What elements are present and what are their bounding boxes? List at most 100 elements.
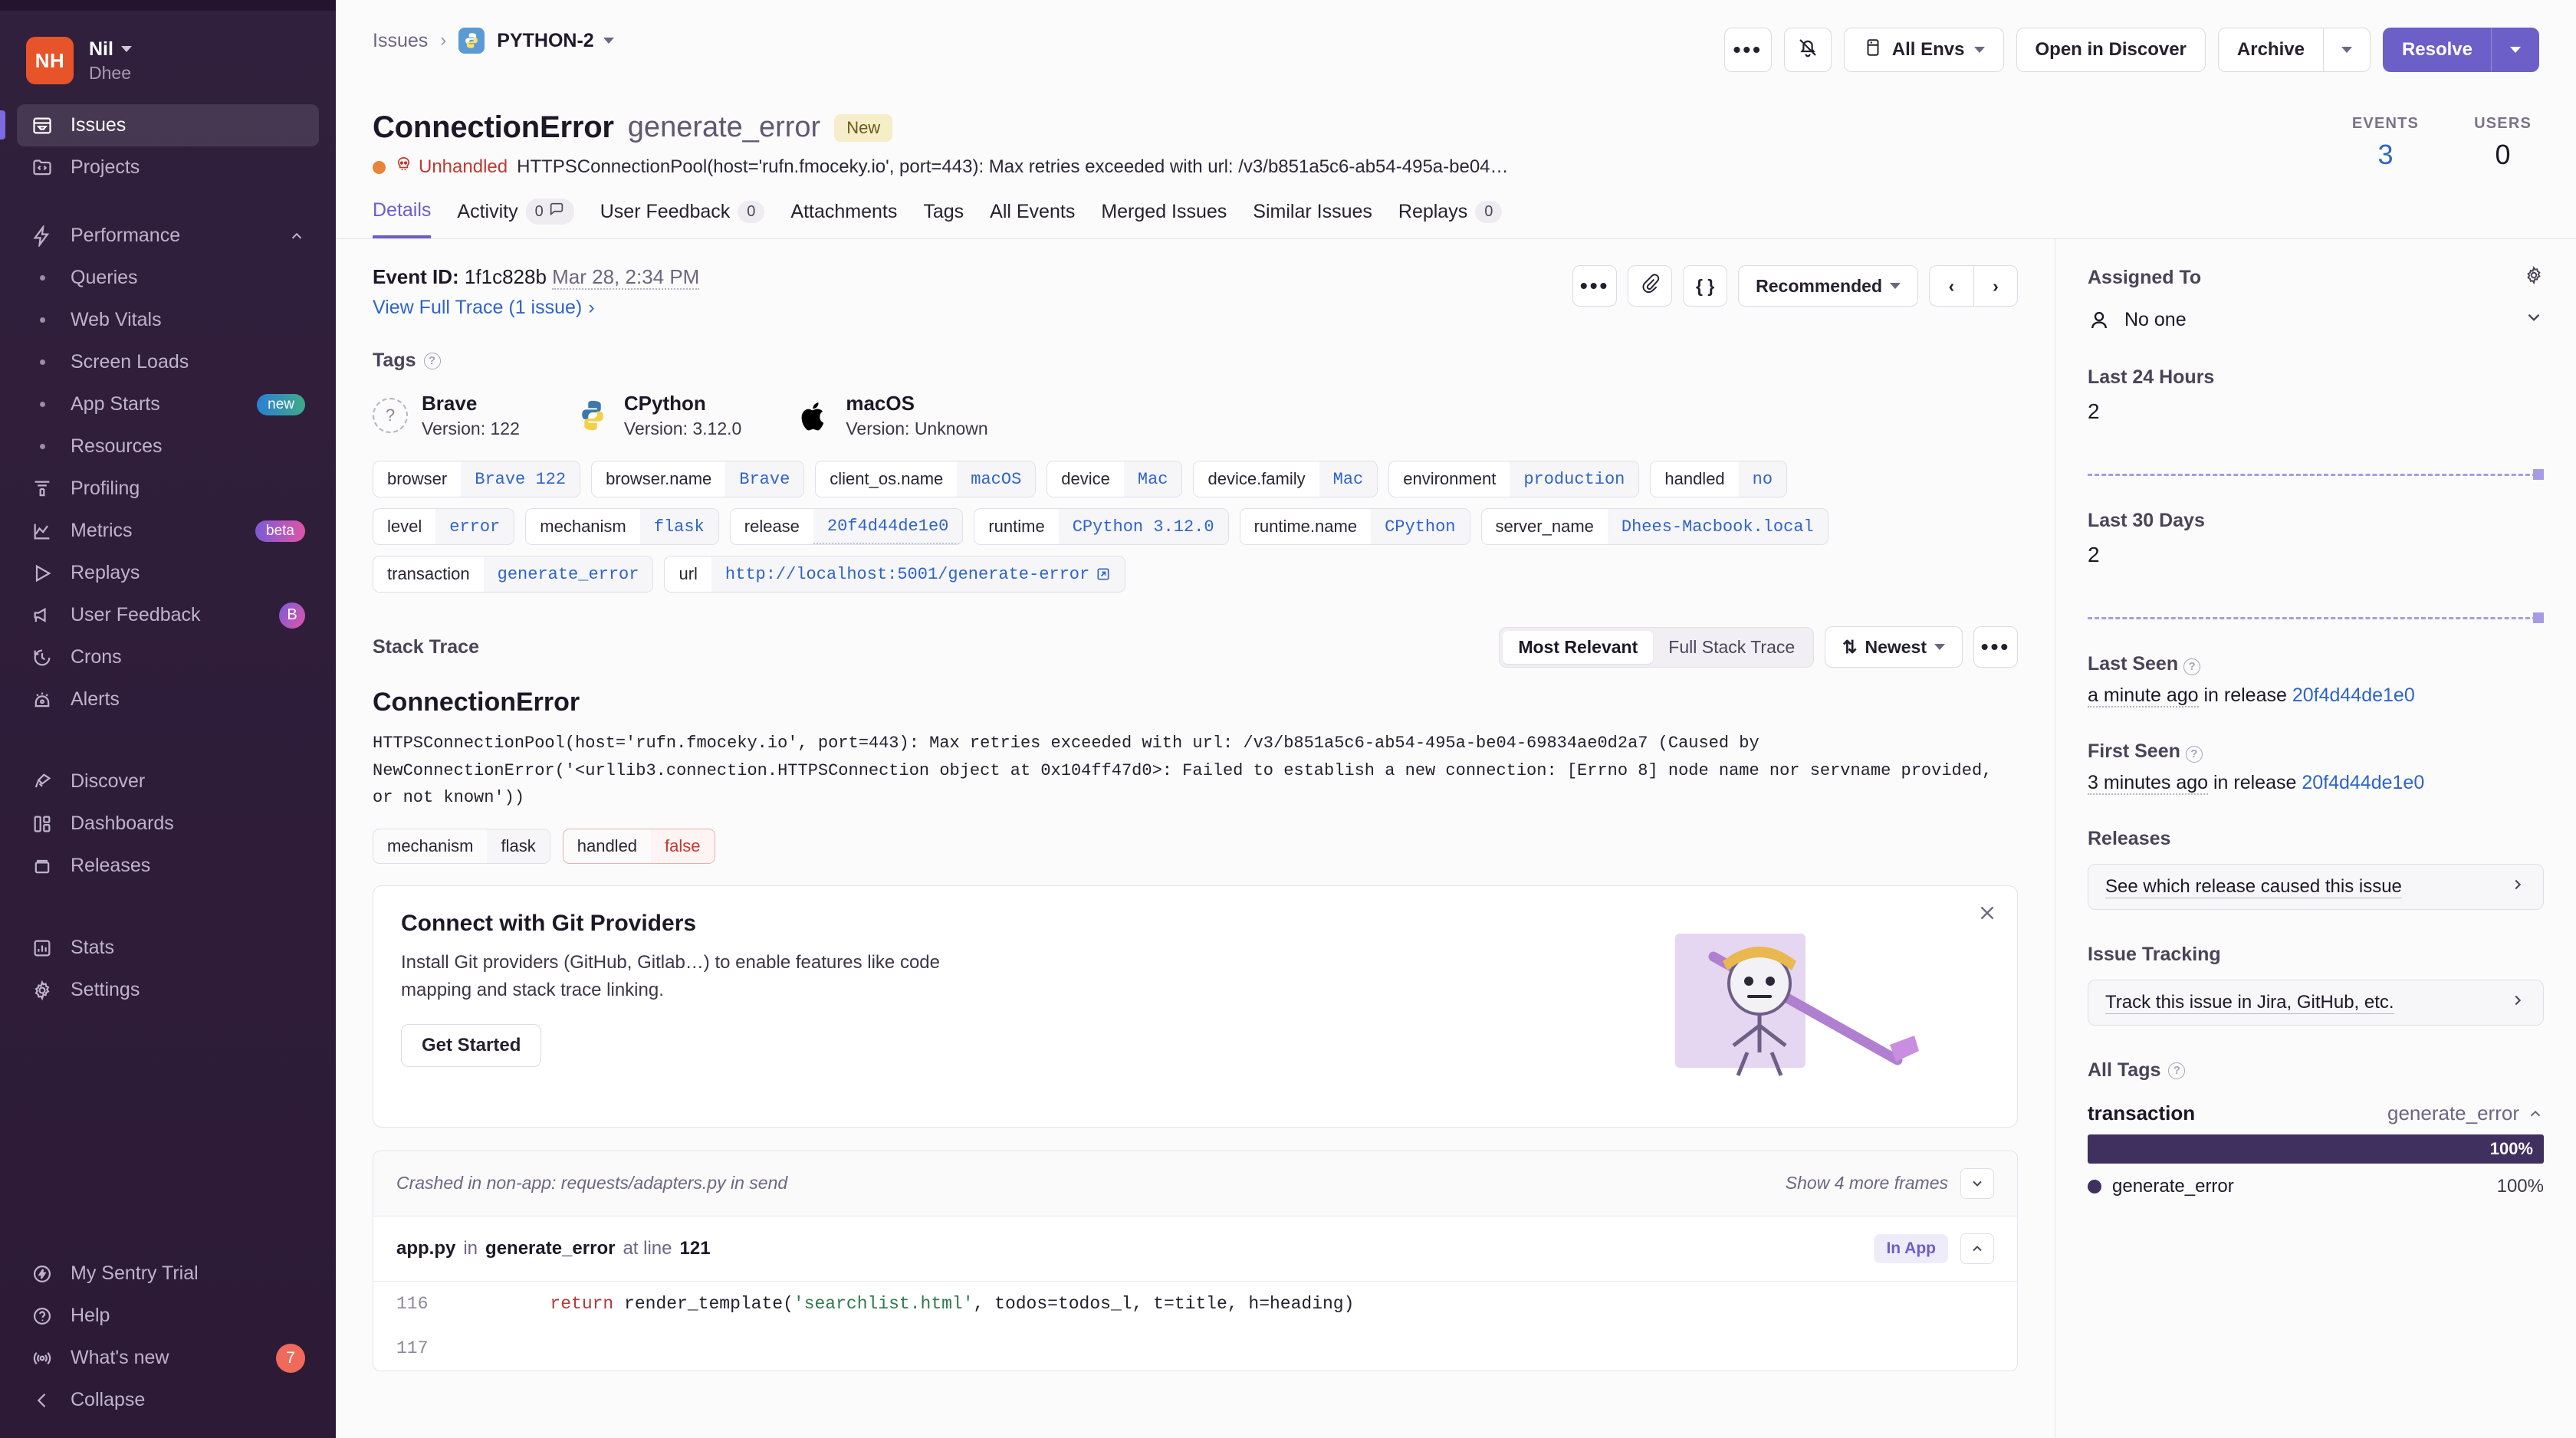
resolve-button[interactable]: Resolve <box>2382 28 2492 72</box>
see-release-button[interactable]: See which release caused this issue <box>2088 864 2544 910</box>
sidebar-item-whats-new[interactable]: What's new 7 <box>17 1337 319 1379</box>
first-seen-header: First Seen ? <box>2088 740 2544 763</box>
archive-dropdown-button[interactable] <box>2322 28 2371 72</box>
stack-frame-row[interactable]: app.py in generate_error at line 121 In … <box>373 1216 2017 1282</box>
tab-attachments[interactable]: Attachments <box>790 201 897 237</box>
tag-pill-browser-name[interactable]: browser.name Brave <box>591 461 805 497</box>
expand-frames-button[interactable] <box>1960 1167 1994 1199</box>
tag-pill-level[interactable]: level error <box>373 508 515 545</box>
assignee-selector[interactable]: No one <box>2088 307 2544 333</box>
close-icon[interactable] <box>1977 903 1997 927</box>
sidebar-item-settings[interactable]: Settings <box>17 969 319 1011</box>
event-timestamp[interactable]: Mar 28, 2:34 PM <box>552 265 700 290</box>
sidebar-item-app-starts[interactable]: App Starts new <box>17 383 319 425</box>
sidebar-item-sentry-trial[interactable]: My Sentry Trial <box>17 1253 319 1295</box>
environment-selector[interactable]: All Envs <box>1843 28 2004 72</box>
event-sort-selector[interactable]: Recommended <box>1738 265 1918 307</box>
tag-pill-browser[interactable]: browser Brave 122 <box>373 461 581 497</box>
all-tags-item[interactable]: generate_error 100% <box>2088 1176 2544 1197</box>
tag-pill-mechanism[interactable]: mechanism flask <box>525 508 719 545</box>
event-more-button[interactable]: ••• <box>1572 265 1618 307</box>
sidebar-item-resources[interactable]: Resources <box>17 425 319 468</box>
tag-pill-client-os-name[interactable]: client_os.name macOS <box>815 461 1037 497</box>
help-icon[interactable]: ? <box>2185 745 2203 763</box>
sidebar-collapse-button[interactable]: Collapse <box>17 1379 319 1421</box>
most-relevant-toggle[interactable]: Most Relevant <box>1503 630 1654 664</box>
sidebar-item-stats[interactable]: Stats <box>17 927 319 969</box>
tab-activity[interactable]: Activity 0 <box>457 199 574 238</box>
tag-pill-environment[interactable]: environment production <box>1388 461 1640 497</box>
sidebar-item-performance[interactable]: Performance <box>17 215 319 257</box>
gear-icon[interactable] <box>2524 265 2544 291</box>
tab-tags[interactable]: Tags <box>923 201 964 237</box>
sidebar-item-releases[interactable]: Releases <box>17 845 319 887</box>
sidebar-item-profiling[interactable]: Profiling <box>17 468 319 510</box>
breadcrumb-project[interactable]: PYTHON-2 <box>497 30 614 52</box>
tab-all-events[interactable]: All Events <box>990 201 1075 237</box>
sidebar-item-crons[interactable]: Crons <box>17 636 319 678</box>
last-seen-time[interactable]: a minute ago <box>2088 685 2199 708</box>
help-icon[interactable]: ? <box>423 352 441 369</box>
first-seen-time[interactable]: 3 minutes ago <box>2088 772 2209 795</box>
event-json-button[interactable]: { } <box>1683 265 1728 307</box>
tag-pill-device-family[interactable]: device.family Mac <box>1193 461 1378 497</box>
next-event-button[interactable]: › <box>1973 265 2018 307</box>
stack-trace-more-button[interactable]: ••• <box>1973 626 2018 668</box>
sidebar-item-metrics[interactable]: Metrics beta <box>17 510 319 552</box>
sidebar-item-screen-loads[interactable]: Screen Loads <box>17 341 319 383</box>
tag-pill-runtime[interactable]: runtime CPython 3.12.0 <box>974 508 1229 545</box>
tag-pill-release[interactable]: release 20f4d44de1e0 <box>729 508 964 545</box>
tag-pill-device[interactable]: device Mac <box>1046 461 1183 497</box>
view-full-trace-link[interactable]: View Full Trace (1 issue) › <box>373 297 699 319</box>
sidebar-item-projects[interactable]: Projects <box>17 146 319 189</box>
get-started-button[interactable]: Get Started <box>401 1023 542 1067</box>
sidebar-item-replays[interactable]: Replays <box>17 552 319 594</box>
alerts-icon <box>31 688 54 711</box>
help-icon[interactable]: ? <box>2168 1062 2186 1079</box>
all-tags-item-percent: 100% <box>2496 1176 2544 1197</box>
stack-trace-sort-button[interactable]: ⇅ Newest <box>1825 626 1963 668</box>
tag-pill-url[interactable]: url http://localhost:5001/generate-error <box>664 556 1126 593</box>
tab-replays[interactable]: Replays 0 <box>1398 200 1503 237</box>
first-seen-mid: in release <box>2208 772 2302 793</box>
archive-button[interactable]: Archive <box>2217 28 2323 72</box>
sidebar-item-issues[interactable]: Issues <box>0 104 319 146</box>
sidebar-item-help[interactable]: Help <box>17 1295 319 1337</box>
sidebar-item-alerts[interactable]: Alerts <box>17 678 319 721</box>
resolve-dropdown-button[interactable] <box>2492 28 2539 72</box>
tag-pill-runtime-name[interactable]: runtime.name CPython <box>1239 508 1470 545</box>
previous-event-button[interactable]: ‹ <box>1929 265 1973 307</box>
stack-trace-header: Stack Trace Most Relevant Full Stack Tra… <box>373 626 2018 668</box>
more-actions-button[interactable]: ••• <box>1723 28 1772 72</box>
tag-card-name: Brave <box>422 392 478 415</box>
sidebar-item-queries[interactable]: Queries <box>17 257 319 299</box>
tag-pill-handled[interactable]: handled no <box>1650 461 1788 497</box>
tab-details[interactable]: Details <box>373 199 432 238</box>
help-icon[interactable]: ? <box>2183 658 2201 675</box>
last-seen-release[interactable]: 20f4d44de1e0 <box>2292 685 2415 706</box>
tab-user-feedback[interactable]: User Feedback 0 <box>600 200 765 237</box>
sidebar-item-label: Profiling <box>71 478 140 499</box>
full-stack-trace-toggle[interactable]: Full Stack Trace <box>1653 631 1810 664</box>
tab-similar-issues[interactable]: Similar Issues <box>1253 201 1372 237</box>
tag-pill-server-name[interactable]: server_name Dhees-Macbook.local <box>1480 508 1829 545</box>
event-attachment-button[interactable] <box>1628 265 1673 307</box>
track-issue-button[interactable]: Track this issue in Jira, GitHub, etc. <box>2088 980 2544 1026</box>
all-tags-row-header[interactable]: transaction generate_error <box>2088 1101 2544 1125</box>
sidebar-item-label: Web Vitals <box>71 309 162 330</box>
show-more-frames-link[interactable]: Show 4 more frames <box>1786 1173 1948 1193</box>
breadcrumb-issues[interactable]: Issues <box>373 30 428 52</box>
collapse-frame-button[interactable] <box>1960 1233 1994 1264</box>
org-switcher[interactable]: NH Nil Dhee <box>0 28 336 84</box>
tab-merged-issues[interactable]: Merged Issues <box>1101 201 1227 237</box>
events-counter[interactable]: EVENTS 3 <box>2352 115 2419 171</box>
mute-button[interactable] <box>1783 28 1832 72</box>
tag-pill-transaction[interactable]: transaction generate_error <box>373 556 654 593</box>
first-seen-release[interactable]: 20f4d44de1e0 <box>2302 772 2424 793</box>
sidebar-item-user-feedback[interactable]: User Feedback B <box>17 594 319 636</box>
users-counter[interactable]: USERS 0 <box>2474 115 2532 171</box>
open-in-discover-button[interactable]: Open in Discover <box>2016 28 2206 72</box>
sidebar-item-web-vitals[interactable]: Web Vitals <box>17 299 319 341</box>
sidebar-item-discover[interactable]: Discover <box>17 760 319 803</box>
sidebar-item-dashboards[interactable]: Dashboards <box>17 803 319 845</box>
